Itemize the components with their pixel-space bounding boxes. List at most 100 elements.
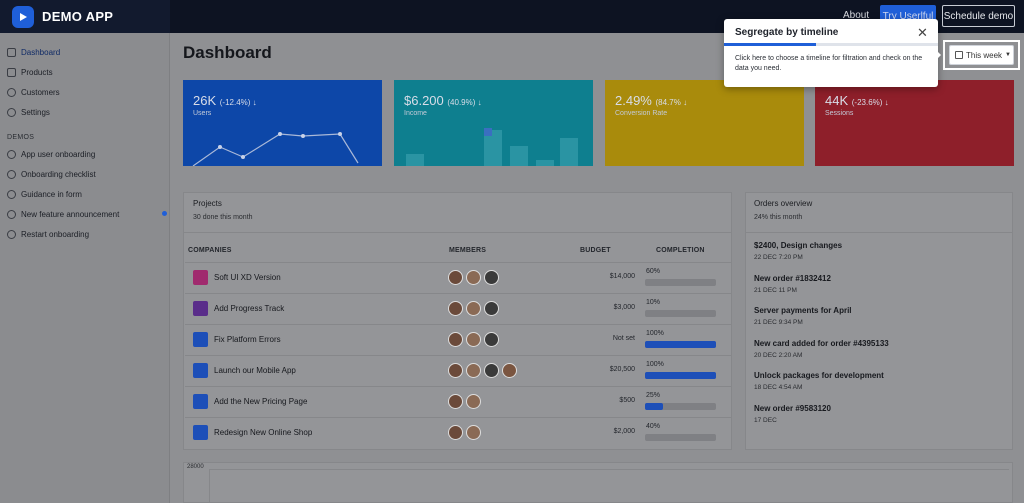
- avatar: [448, 425, 463, 440]
- order-title: $2400, Design changes: [754, 241, 843, 250]
- order-item: Unlock packages for development 18 DEC 4:…: [754, 371, 884, 391]
- stat-value: 2.49%: [615, 93, 652, 108]
- close-icon[interactable]: ✕: [917, 25, 928, 41]
- stat-change: (-12.4%) ↓: [219, 98, 257, 107]
- sidebar-item-app-user-onboarding[interactable]: App user onboarding: [7, 147, 95, 161]
- sidebar-item-label: Onboarding checklist: [21, 169, 96, 179]
- completion-bar: [645, 341, 716, 348]
- company-logo-icon: [193, 425, 208, 440]
- stat-value: 26K: [193, 93, 217, 108]
- col-header-companies: COMPANIES: [188, 247, 232, 254]
- orders-title: Orders overview: [754, 199, 813, 208]
- tooltip-body: Click here to choose a timeline for filt…: [735, 55, 923, 72]
- completion-bar: [645, 310, 716, 317]
- completion-bar-fill: [645, 403, 663, 410]
- tooltip-title: Segregate by timeline: [735, 27, 839, 38]
- completion-value: 25%: [646, 392, 661, 399]
- onboarding-tooltip: Segregate by timeline ✕ Click here to ch…: [724, 19, 938, 87]
- income-bars: [406, 128, 578, 166]
- play-circle-icon: [7, 169, 16, 179]
- completion-value: 100%: [646, 361, 664, 368]
- budget-value: $2,000: [613, 428, 635, 435]
- sidebar-item-label: Products: [21, 67, 53, 77]
- avatar: [448, 270, 463, 285]
- sidebar-item-label: Customers: [21, 87, 60, 97]
- company-logo-icon: [193, 394, 208, 409]
- avatar: [484, 332, 499, 347]
- users-icon: [7, 87, 16, 97]
- sidebar-item-customers[interactable]: Customers: [7, 85, 60, 99]
- tooltip-progress: [724, 43, 938, 46]
- table-row[interactable]: Redesign New Online Shop $2,000 40%: [185, 417, 731, 448]
- order-title: Server payments for April: [754, 306, 852, 316]
- completion-bar: [645, 279, 716, 286]
- table-row[interactable]: Fix Platform Errors Not set 100%: [185, 324, 731, 355]
- axis-line: [209, 469, 210, 503]
- sidebar-item-restart-onboarding[interactable]: Restart onboarding: [7, 227, 89, 241]
- completion-bar: [645, 372, 716, 379]
- stat-card-users: 26K (-12.4%) ↓ Users: [183, 80, 382, 166]
- timeline-filter-button[interactable]: This week ▼: [949, 45, 1014, 65]
- budget-value: $14,000: [609, 273, 635, 280]
- avatar: [484, 363, 499, 378]
- budget-value: $20,500: [609, 366, 635, 373]
- y-axis-label: 28000: [187, 464, 204, 470]
- schedule-demo-button[interactable]: Schedule demo: [942, 5, 1015, 27]
- stat-card-income: $6.200 (40.9%) ↓ Income: [394, 80, 593, 166]
- stat-label: Conversion Rate: [615, 110, 668, 117]
- avatar: [466, 332, 481, 347]
- budget-value: Not set: [612, 335, 635, 342]
- cart-icon: [7, 67, 16, 77]
- sidebar: Dashboard Products Customers Settings DE…: [0, 33, 170, 503]
- avatar: [466, 270, 481, 285]
- stat-card-sessions: 44K (-23.6%) ↓ Sessions: [815, 80, 1014, 166]
- table-row[interactable]: Launch our Mobile App $20,500 100%: [185, 355, 731, 386]
- tooltip-progress-fill: [724, 43, 817, 46]
- company-logo-icon: [193, 363, 208, 378]
- sidebar-item-onboarding-checklist[interactable]: Onboarding checklist: [7, 167, 96, 181]
- sidebar-item-products[interactable]: Products: [7, 65, 53, 79]
- table-row[interactable]: Soft UI XD Version $14,000 60%: [185, 262, 731, 293]
- order-date: 22 DEC 7:20 PM: [754, 254, 803, 261]
- filter-label: This week: [966, 50, 1003, 60]
- completion-bar-fill: [645, 372, 716, 379]
- sidebar-item-label: New feature announcement: [21, 209, 120, 219]
- order-item: New card added for order #4395133 20 DEC …: [754, 339, 889, 359]
- company-name: Add the New Pricing Page: [214, 397, 308, 406]
- table-row[interactable]: Add the New Pricing Page $500 25%: [185, 386, 731, 417]
- avatar: [466, 425, 481, 440]
- divider: [746, 232, 1012, 233]
- company-name: Launch our Mobile App: [214, 366, 296, 375]
- brand[interactable]: DEMO APP: [0, 0, 170, 33]
- completion-value: 40%: [646, 423, 661, 430]
- avatar: [502, 363, 517, 378]
- stat-label: Users: [193, 110, 212, 117]
- stat-change: (-23.6%) ↓: [851, 98, 889, 107]
- completion-value: 60%: [646, 268, 661, 275]
- completion-bar-fill: [645, 341, 716, 348]
- home-icon: [7, 47, 16, 57]
- completion-value: 100%: [646, 330, 664, 337]
- avatar: [466, 363, 481, 378]
- company-logo-icon: [193, 301, 208, 316]
- chart-panel: 28000: [183, 462, 1013, 503]
- projects-subtitle: 30 done this month: [193, 214, 253, 221]
- logo-icon: [12, 5, 34, 28]
- avatar: [484, 301, 499, 316]
- avatar: [448, 363, 463, 378]
- caret-down-icon: ▼: [1005, 52, 1011, 58]
- sidebar-item-settings[interactable]: Settings: [7, 105, 50, 119]
- sidebar-item-guidance-in-form[interactable]: Guidance in form: [7, 187, 82, 201]
- stat-value: 44K: [825, 93, 849, 108]
- sidebar-item-new-feature-announcement[interactable]: New feature announcement: [7, 207, 119, 221]
- projects-title: Projects: [193, 199, 222, 208]
- sidebar-item-dashboard[interactable]: Dashboard: [7, 45, 60, 59]
- completion-value: 10%: [646, 299, 661, 306]
- col-header-members: MEMBERS: [449, 247, 487, 254]
- table-row[interactable]: Add Progress Track $3,000 10%: [185, 293, 731, 324]
- order-title: New card added for order #4395133: [754, 338, 889, 348]
- stat-label: Sessions: [825, 110, 854, 117]
- budget-value: $500: [619, 397, 635, 404]
- orders-subtitle: 24% this month: [754, 214, 803, 221]
- order-item: $2400, Design changes 22 DEC 7:20 PM: [754, 241, 842, 261]
